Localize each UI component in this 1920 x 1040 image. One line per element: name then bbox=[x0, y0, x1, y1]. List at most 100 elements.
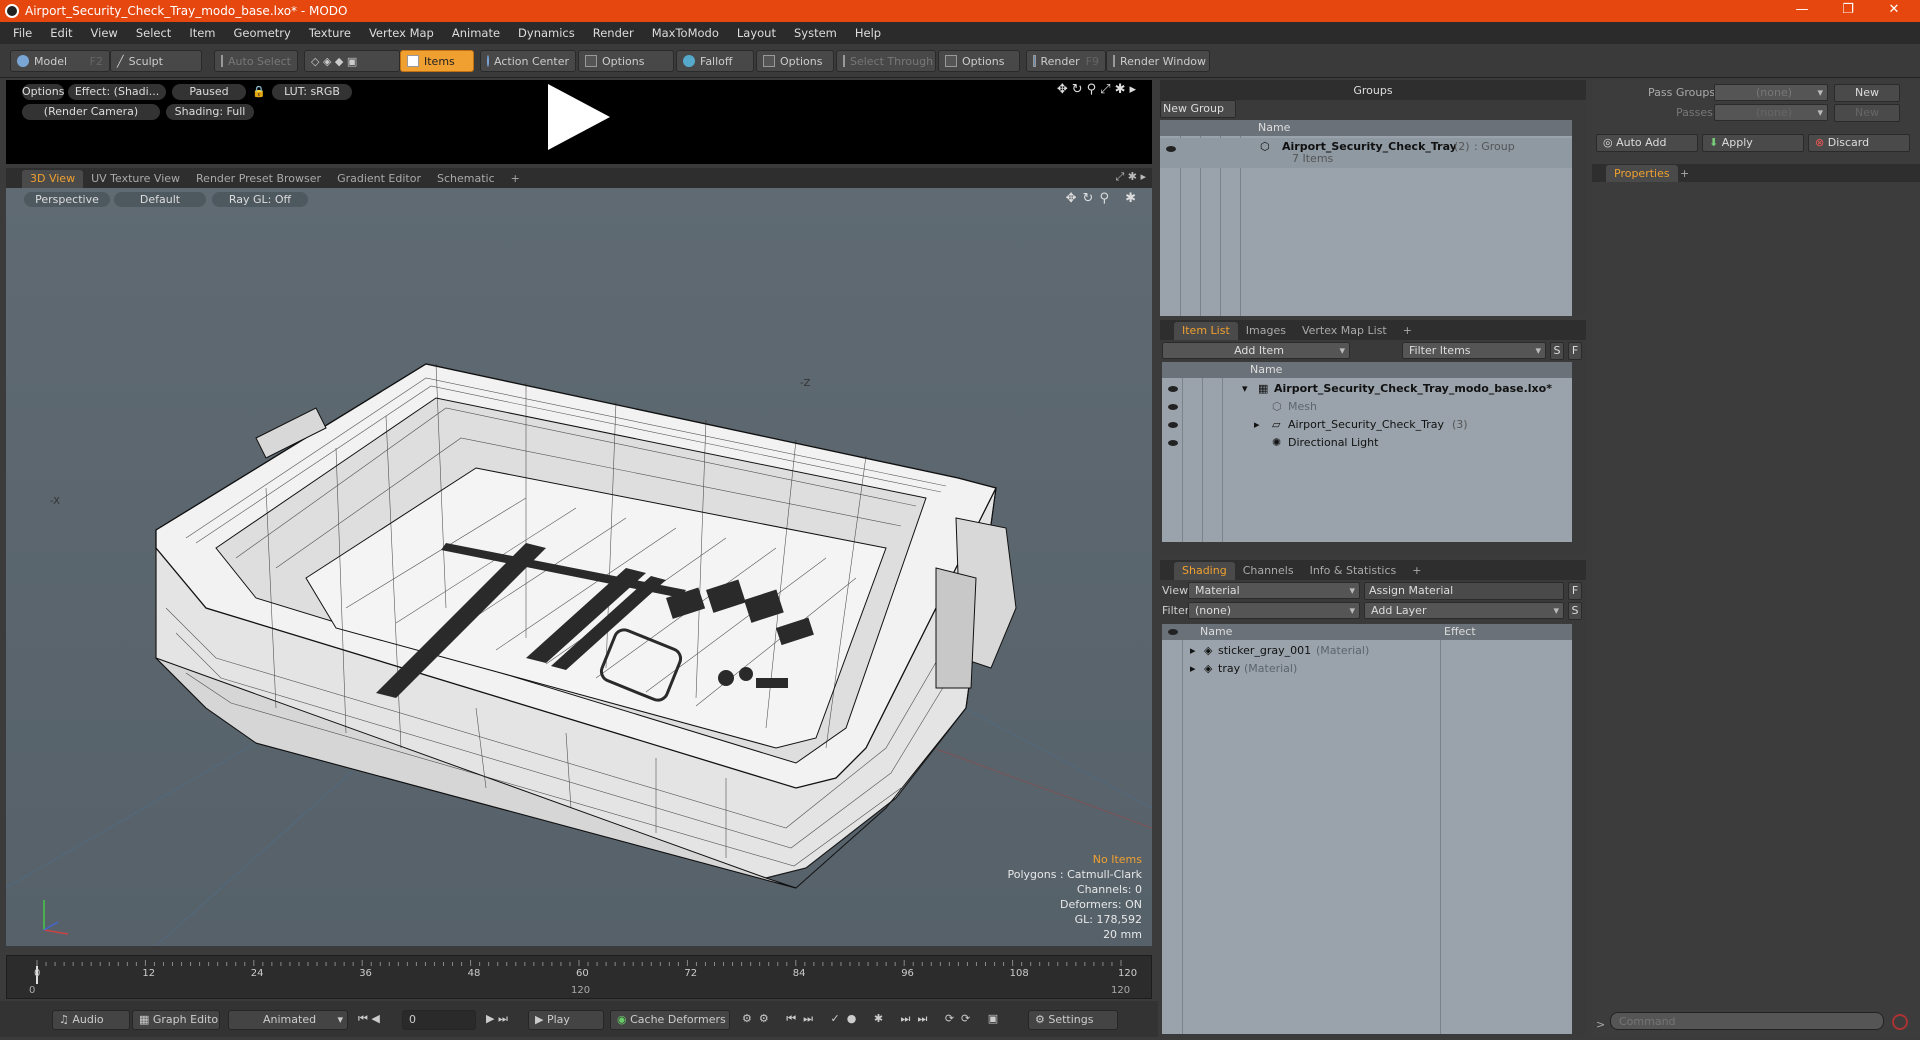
action-center-options-button[interactable]: Options bbox=[578, 50, 674, 72]
tab-schematic[interactable]: Schematic bbox=[429, 170, 503, 188]
new-pass-group-button[interactable]: New bbox=[1834, 84, 1900, 102]
preview-paused-button[interactable]: Paused bbox=[172, 84, 246, 100]
tab-item-list[interactable]: Item List bbox=[1174, 322, 1238, 340]
action-center-button[interactable]: Action Center bbox=[480, 50, 576, 72]
settings-button[interactable]: ⚙ Settings bbox=[1028, 1010, 1118, 1030]
key-controls-icons[interactable]: ⚙⚙ ⏮⏭ ✓● ✱ ⏭⏭ ⟳⟳ ▣ bbox=[736, 1010, 1026, 1030]
preview-options-button[interactable]: Options bbox=[22, 84, 64, 100]
menu-system[interactable]: System bbox=[785, 26, 846, 40]
graph-editor-button[interactable]: ▦ Graph Editor bbox=[132, 1010, 220, 1030]
items-mode-button[interactable]: Items bbox=[400, 50, 474, 72]
menu-render[interactable]: Render bbox=[584, 26, 643, 40]
item-row-light[interactable]: ✺ Directional Light bbox=[1162, 434, 1572, 452]
visibility-eye-icon[interactable] bbox=[1168, 404, 1178, 410]
assign-material-button[interactable]: Assign Material bbox=[1364, 582, 1564, 600]
chevron-right-icon[interactable]: ▸ bbox=[1190, 660, 1196, 678]
chevron-right-icon[interactable]: ▸ bbox=[1190, 642, 1196, 660]
menu-geometry[interactable]: Geometry bbox=[225, 26, 300, 40]
menu-file[interactable]: File bbox=[4, 26, 41, 40]
view-dropdown[interactable]: Material bbox=[1188, 582, 1360, 599]
play-icon[interactable] bbox=[548, 84, 610, 150]
shader-row[interactable]: ▸ ◈ sticker_gray_001 (Material) bbox=[1162, 642, 1572, 660]
add-properties-tab-button[interactable]: + bbox=[1672, 165, 1697, 183]
menu-dynamics[interactable]: Dynamics bbox=[509, 26, 584, 40]
tab-vertex-map-list[interactable]: Vertex Map List bbox=[1294, 322, 1395, 340]
close-button[interactable]: ✕ bbox=[1874, 0, 1914, 22]
tab-render-preset-browser[interactable]: Render Preset Browser bbox=[188, 170, 329, 188]
go-start-icon[interactable]: ⏮ ◀ bbox=[352, 1010, 400, 1030]
shading-dropdown[interactable]: Shading: Full bbox=[166, 104, 254, 120]
tab-3d-view[interactable]: 3D View bbox=[22, 170, 84, 188]
menu-edit[interactable]: Edit bbox=[41, 26, 81, 40]
chevron-down-icon[interactable]: ▾ bbox=[1242, 380, 1248, 398]
visibility-eye-icon[interactable] bbox=[1168, 422, 1178, 428]
new-pass-button[interactable]: New bbox=[1834, 104, 1900, 122]
preview-effect-dropdown[interactable]: Effect: (Shadi... bbox=[68, 84, 166, 100]
f-toggle-button[interactable]: F bbox=[1568, 582, 1582, 600]
lock-icon[interactable]: 🔒 bbox=[252, 84, 264, 100]
lut-dropdown[interactable]: LUT: sRGB bbox=[272, 84, 352, 100]
tab-gradient-editor[interactable]: Gradient Editor bbox=[329, 170, 429, 188]
tab-shading[interactable]: Shading bbox=[1174, 562, 1235, 580]
falloff-button[interactable]: Falloff bbox=[676, 50, 754, 72]
render-camera-dropdown[interactable]: (Render Camera) bbox=[22, 104, 160, 120]
menu-maxtomodo[interactable]: MaxToModo bbox=[643, 26, 728, 40]
render-button[interactable]: Render F9 bbox=[1026, 50, 1106, 72]
select-through-button[interactable]: Select Through bbox=[836, 50, 936, 72]
preview-nav-icons[interactable]: ✥↻⚲⤢✱▸ bbox=[1057, 82, 1140, 97]
selection-mode-icons[interactable]: ◇ ◈ ◆ ▣ bbox=[304, 50, 400, 72]
maximize-button[interactable]: ❐ bbox=[1828, 0, 1868, 22]
item-row-group[interactable]: ▸ ▱ Airport_Security_Check_Tray (3) bbox=[1162, 416, 1572, 434]
passes-dropdown[interactable]: (none) bbox=[1714, 104, 1828, 121]
tab-channels[interactable]: Channels bbox=[1235, 562, 1302, 580]
minimize-button[interactable]: — bbox=[1782, 0, 1822, 22]
menu-view[interactable]: View bbox=[82, 26, 127, 40]
auto-select-button[interactable]: Auto Select bbox=[214, 50, 298, 72]
frame-input[interactable]: 0 bbox=[402, 1010, 476, 1030]
group-row[interactable]: ⬡ Airport_Security_Check_Tray (2) : Grou… bbox=[1160, 138, 1572, 168]
menu-animate[interactable]: Animate bbox=[443, 26, 509, 40]
select-through-options-button[interactable]: Options bbox=[938, 50, 1020, 72]
visibility-eye-icon[interactable] bbox=[1166, 146, 1176, 152]
menu-texture[interactable]: Texture bbox=[300, 26, 360, 40]
view-panel-icons[interactable]: ⤢ ✱ ▸ bbox=[1115, 170, 1146, 184]
chevron-right-icon[interactable]: ▸ bbox=[1254, 416, 1260, 434]
tab-images[interactable]: Images bbox=[1238, 322, 1294, 340]
visibility-eye-icon[interactable] bbox=[1168, 386, 1178, 392]
add-item-dropdown[interactable]: Add Item bbox=[1162, 342, 1350, 359]
cache-deformers-button[interactable]: ◉ Cache Deformers bbox=[610, 1010, 730, 1030]
item-row-scene[interactable]: ▾ ▦ Airport_Security_Check_Tray_modo_bas… bbox=[1162, 380, 1572, 398]
tab-uv-texture-view[interactable]: UV Texture View bbox=[83, 170, 188, 188]
3d-viewport[interactable]: Perspective Default Ray GL: Off ✥↻⚲ ✱ -Z… bbox=[6, 188, 1152, 946]
tab-info-statistics[interactable]: Info & Statistics bbox=[1302, 562, 1405, 580]
auto-add-button[interactable]: ◎ Auto Add bbox=[1596, 134, 1698, 152]
menu-item[interactable]: Item bbox=[180, 26, 224, 40]
command-stop-icon[interactable] bbox=[1892, 1014, 1908, 1030]
add-shading-tab-button[interactable]: + bbox=[1404, 562, 1429, 580]
model-mode-button[interactable]: Model F2 bbox=[10, 50, 110, 72]
new-group-button[interactable]: New Group bbox=[1160, 100, 1236, 118]
falloff-options-button[interactable]: Options bbox=[756, 50, 834, 72]
pass-groups-dropdown[interactable]: (none) bbox=[1714, 84, 1828, 101]
menu-layout[interactable]: Layout bbox=[728, 26, 785, 40]
audio-button[interactable]: ♫ Audio bbox=[52, 1010, 130, 1030]
command-input[interactable] bbox=[1610, 1012, 1884, 1030]
item-row-mesh[interactable]: ⬡ Mesh bbox=[1162, 398, 1572, 416]
menu-help[interactable]: Help bbox=[846, 26, 890, 40]
animated-dropdown[interactable]: Animated ▾ bbox=[228, 1010, 348, 1030]
discard-button[interactable]: ⊗ Discard bbox=[1808, 134, 1910, 152]
step-forward-icon[interactable]: ▶ ⏭ bbox=[480, 1010, 524, 1030]
s-toggle-button[interactable]: S bbox=[1550, 342, 1564, 360]
render-window-button[interactable]: Render Window bbox=[1106, 50, 1210, 72]
timeline[interactable]: 0 12 24 36 48 60 72 84 96 108 120 0 120 120 bbox=[6, 955, 1152, 999]
shader-row[interactable]: ▸ ◈ tray (Material) bbox=[1162, 660, 1572, 678]
s-toggle-button[interactable]: S bbox=[1568, 602, 1582, 620]
menu-vertex-map[interactable]: Vertex Map bbox=[360, 26, 443, 40]
f-toggle-button[interactable]: F bbox=[1568, 342, 1582, 360]
visibility-eye-icon[interactable] bbox=[1168, 440, 1178, 446]
filter-dropdown[interactable]: (none) bbox=[1188, 602, 1360, 619]
add-panel-tab-button[interactable]: + bbox=[1395, 322, 1420, 340]
menu-select[interactable]: Select bbox=[127, 26, 180, 40]
tab-properties[interactable]: Properties bbox=[1606, 165, 1678, 182]
play-button[interactable]: ▶ Play bbox=[528, 1010, 604, 1030]
